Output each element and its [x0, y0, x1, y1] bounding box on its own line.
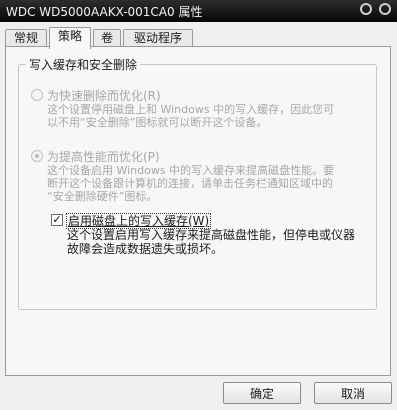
title-bar: WDC WD5000AAKX-001CA0 属性 [0, 0, 397, 22]
quick-removal-description: 以不用“安全删除”图标就可以断开这个设备。 [47, 116, 268, 129]
performance-radio[interactable] [31, 150, 43, 162]
quick-removal-label: 为快速删除而优化(R) [47, 89, 161, 103]
performance-description: 这个设备启用 Windows 中的写入缓存来提高磁盘性能。要 [47, 164, 335, 177]
policies-panel: 写入缓存和安全删除 为快速删除而优化(R) 这个设置停用磁盘上和 Windows… [5, 46, 391, 376]
ok-button[interactable]: 确定 [223, 382, 301, 404]
tab-driver[interactable]: 驱动程序 [123, 29, 193, 47]
window-control-icon[interactable] [379, 3, 391, 15]
performance-description: 断开这个设备跟计算机的连接，请单击任务栏通知区域中的 [47, 177, 333, 190]
cancel-button[interactable]: 取消 [314, 382, 392, 404]
tab-general[interactable]: 常规 [5, 29, 47, 47]
window-title: WDC WD5000AAKX-001CA0 属性 [6, 5, 203, 19]
write-cache-label-text: 启用磁盘上的写入缓存(W) [65, 213, 212, 229]
quick-removal-description: 这个设置停用磁盘上和 Windows 中的写入缓存，因此您可 [47, 103, 335, 116]
quick-removal-radio[interactable] [31, 89, 43, 101]
write-cache-description: 这个设置启用写入缓存来提高磁盘性能，但停电或仪器 [67, 228, 356, 242]
group-title: 写入缓存和安全删除 [26, 56, 141, 73]
performance-description: “安全删除硬件”图标。 [47, 190, 158, 203]
write-cache-checkbox[interactable]: ✓ [51, 214, 63, 226]
write-cache-group: 写入缓存和安全删除 为快速删除而优化(R) 这个设置停用磁盘上和 Windows… [18, 56, 377, 310]
window-control-icon[interactable] [360, 3, 373, 15]
performance-label: 为提高性能而优化(P) [47, 150, 160, 164]
write-cache-label[interactable]: 启用磁盘上的写入缓存(W) [65, 212, 212, 229]
write-cache-description: 故障会造成数据遗失或损坏。 [67, 242, 224, 256]
tab-policies[interactable]: 策略 [49, 27, 91, 49]
tab-volumes[interactable]: 卷 [93, 29, 121, 47]
window-controls [357, 3, 391, 17]
